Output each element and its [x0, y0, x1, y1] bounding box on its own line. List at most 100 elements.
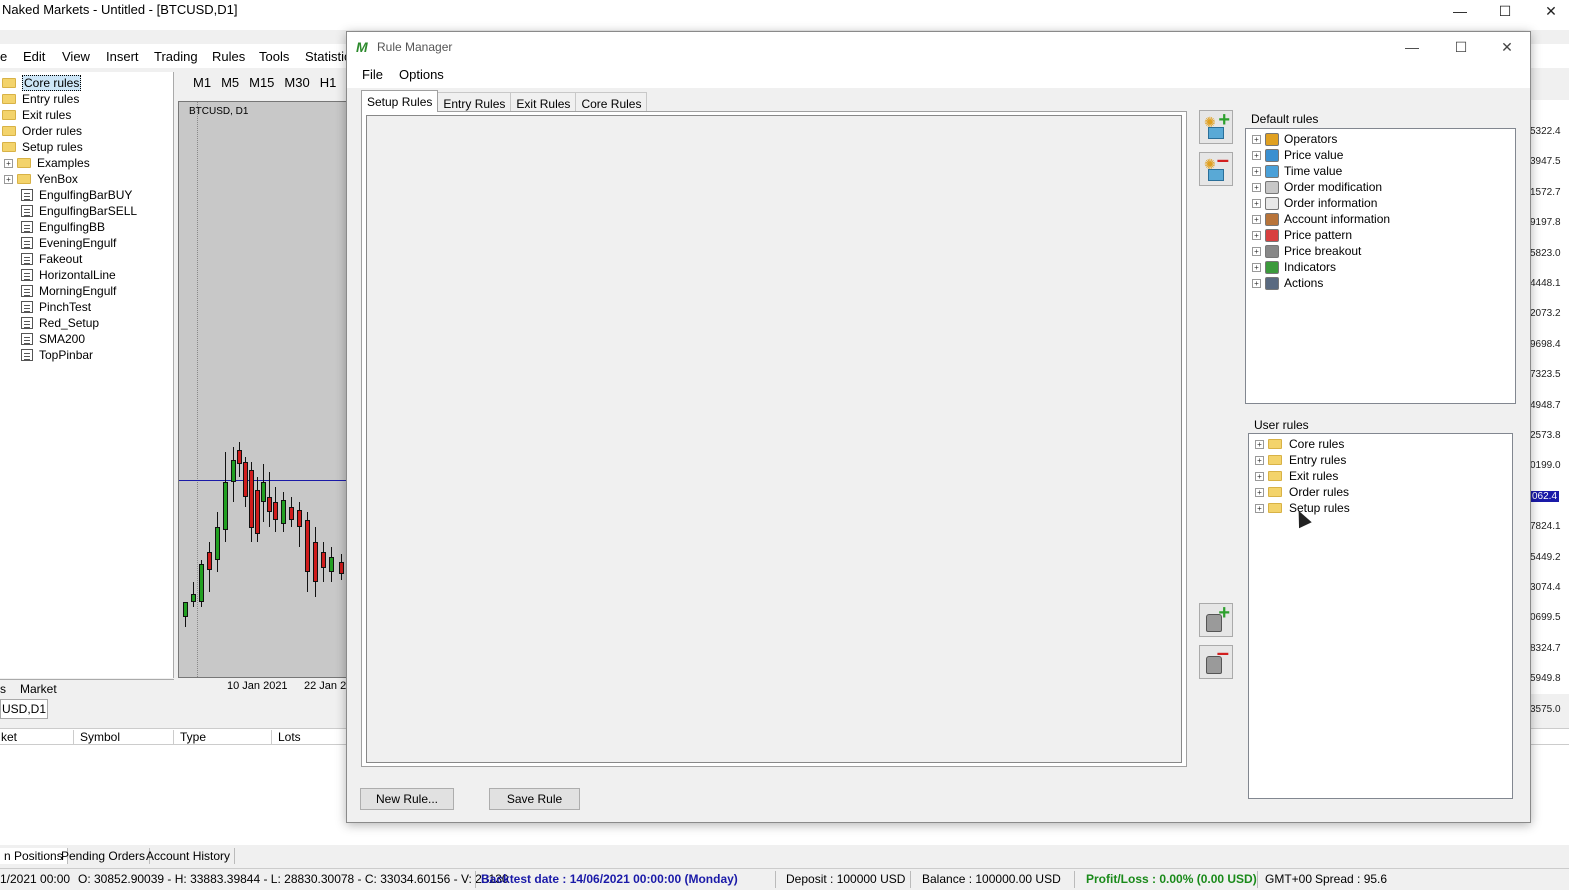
- expand-icon[interactable]: +: [4, 174, 13, 184]
- price-chart[interactable]: BTCUSD, D1: [178, 101, 348, 678]
- tab-market[interactable]: Market: [20, 682, 57, 696]
- nav-label: TopPinbar: [39, 348, 94, 362]
- nav-rule-fakeout[interactable]: Fakeout: [21, 251, 82, 267]
- expand-icon[interactable]: +: [1255, 439, 1264, 449]
- user-rule-folder[interactable]: + Core rules: [1255, 436, 1344, 452]
- user-rule-folder[interactable]: + Exit rules: [1255, 468, 1338, 484]
- tab-pending-orders[interactable]: Pending Orders: [57, 848, 151, 864]
- nav-folder-entry-rules[interactable]: Entry rules: [2, 91, 79, 107]
- nav-rule-engulfingbarbuy[interactable]: EngulfingBarBUY: [21, 187, 132, 203]
- nav-rule-toppinbar[interactable]: TopPinbar: [21, 347, 93, 363]
- expand-icon[interactable]: +: [1255, 471, 1264, 481]
- default-rule-node[interactable]: + Operators: [1252, 131, 1337, 147]
- dialog-menu-options[interactable]: Options: [399, 67, 444, 82]
- remove-default-rule-button[interactable]: ✺ –: [1199, 147, 1233, 186]
- rule-icon: [21, 237, 33, 249]
- nav-rule-engulfingbarsell[interactable]: EngulfingBarSELL: [21, 203, 137, 219]
- nav-folder-order-rules[interactable]: Order rules: [2, 123, 82, 139]
- close-button[interactable]: ✕: [1528, 0, 1569, 22]
- menu-statistic[interactable]: Statistic: [305, 49, 351, 64]
- menu-file[interactable]: e: [0, 49, 7, 64]
- default-rule-label: Price pattern: [1284, 228, 1353, 242]
- timeframe-m1[interactable]: M1: [188, 72, 216, 94]
- column-market[interactable]: ket: [0, 730, 17, 744]
- add-default-rule-button[interactable]: ✺ +: [1199, 109, 1233, 144]
- minimize-button[interactable]: —: [1437, 0, 1483, 22]
- timeframe-m5[interactable]: M5: [216, 72, 244, 94]
- tab-account-history[interactable]: Account History: [142, 848, 236, 864]
- default-rule-node[interactable]: + Price pattern: [1252, 227, 1352, 243]
- default-rule-node[interactable]: + Order information: [1252, 195, 1377, 211]
- rule-icon: [21, 317, 33, 329]
- timeframe-h1[interactable]: H1: [315, 72, 342, 94]
- menu-edit[interactable]: Edit: [23, 49, 45, 64]
- default-rule-node[interactable]: + Time value: [1252, 163, 1342, 179]
- chart-symbol-tab[interactable]: USD,D1: [0, 699, 48, 719]
- default-rule-node[interactable]: + Order modification: [1252, 179, 1382, 195]
- nav-rule-engulfingbb[interactable]: EngulfingBB: [21, 219, 105, 235]
- column-symbol[interactable]: Symbol: [73, 730, 120, 744]
- nav-rule-horizontalline[interactable]: HorizontalLine: [21, 267, 116, 283]
- menu-insert[interactable]: Insert: [106, 49, 139, 64]
- column-lots[interactable]: Lots: [271, 730, 301, 744]
- user-rule-folder[interactable]: + Entry rules: [1255, 452, 1346, 468]
- dialog-minimize-button[interactable]: —: [1392, 36, 1432, 58]
- default-rule-node[interactable]: + Account information: [1252, 211, 1390, 227]
- maximize-button[interactable]: ☐: [1482, 0, 1528, 22]
- default-rule-node[interactable]: + Price breakout: [1252, 243, 1361, 259]
- expand-icon[interactable]: +: [1252, 134, 1261, 144]
- nav-rule-morningengulf[interactable]: MorningEngulf: [21, 283, 116, 299]
- nav-folder-examples[interactable]: + Examples: [4, 155, 90, 171]
- nav-folder-yenbox[interactable]: + YenBox: [4, 171, 78, 187]
- navigator-tabs: s Market: [0, 679, 174, 697]
- menu-rules[interactable]: Rules: [212, 49, 245, 64]
- column-type[interactable]: Type: [173, 730, 206, 744]
- dialog-close-button[interactable]: ✕: [1487, 36, 1527, 58]
- expand-icon[interactable]: +: [1255, 503, 1264, 513]
- tab-setup-rules[interactable]: Setup Rules: [361, 90, 439, 112]
- expand-icon[interactable]: +: [1252, 182, 1261, 192]
- default-rule-node[interactable]: + Actions: [1252, 275, 1323, 291]
- tab-rules[interactable]: s: [0, 682, 6, 696]
- menu-tools[interactable]: Tools: [259, 49, 289, 64]
- expand-icon[interactable]: +: [1252, 214, 1261, 224]
- candle-body: [281, 500, 286, 524]
- default-rule-label: Indicators: [1284, 260, 1337, 274]
- expand-icon[interactable]: +: [1252, 166, 1261, 176]
- rule-type-tabs: Setup Rules Entry Rules Exit Rules Core …: [361, 90, 648, 114]
- new-rule-button[interactable]: New Rule...: [360, 788, 454, 810]
- nav-folder-core-rules[interactable]: Core rules: [2, 75, 82, 91]
- add-user-rule-button[interactable]: +: [1199, 602, 1233, 637]
- default-rule-node[interactable]: + Indicators: [1252, 259, 1336, 275]
- expand-icon[interactable]: +: [1252, 278, 1261, 288]
- nav-folder-setup-rules[interactable]: Setup rules: [2, 139, 83, 155]
- rule-icon: [21, 349, 33, 361]
- dialog-menu-file[interactable]: File: [362, 67, 383, 82]
- user-rule-folder[interactable]: + Order rules: [1255, 484, 1349, 500]
- menu-trading[interactable]: Trading: [154, 49, 198, 64]
- expand-icon[interactable]: +: [1252, 230, 1261, 240]
- expand-icon[interactable]: +: [1255, 487, 1264, 497]
- save-rule-button[interactable]: Save Rule: [489, 788, 580, 810]
- timeframe-m15[interactable]: M15: [244, 72, 279, 94]
- rule-editor-canvas[interactable]: [366, 115, 1182, 763]
- expand-icon[interactable]: +: [4, 158, 13, 168]
- default-rule-label: Price breakout: [1284, 244, 1362, 258]
- nav-label: Examples: [37, 156, 90, 170]
- nav-rule-pinchtest[interactable]: PinchTest: [21, 299, 91, 315]
- expand-icon[interactable]: +: [1252, 150, 1261, 160]
- expand-icon[interactable]: +: [1255, 455, 1264, 465]
- nav-folder-exit-rules[interactable]: Exit rules: [2, 107, 71, 123]
- expand-icon[interactable]: +: [1252, 198, 1261, 208]
- default-rule-node[interactable]: + Price value: [1252, 147, 1343, 163]
- expand-icon[interactable]: +: [1252, 262, 1261, 272]
- timeframe-m30[interactable]: M30: [279, 72, 314, 94]
- price-axis: 5322.4 3947.5 1572.7 9197.8 5823.0 4448.1 2073…: [1530, 100, 1569, 715]
- nav-rule-red-setup[interactable]: Red_Setup: [21, 315, 99, 331]
- menu-view[interactable]: View: [62, 49, 90, 64]
- nav-rule-eveningengulf[interactable]: EveningEngulf: [21, 235, 116, 251]
- nav-rule-sma200[interactable]: SMA200: [21, 331, 85, 347]
- expand-icon[interactable]: +: [1252, 246, 1261, 256]
- dialog-maximize-button[interactable]: ☐: [1441, 36, 1481, 58]
- remove-user-rule-button[interactable]: –: [1199, 640, 1233, 679]
